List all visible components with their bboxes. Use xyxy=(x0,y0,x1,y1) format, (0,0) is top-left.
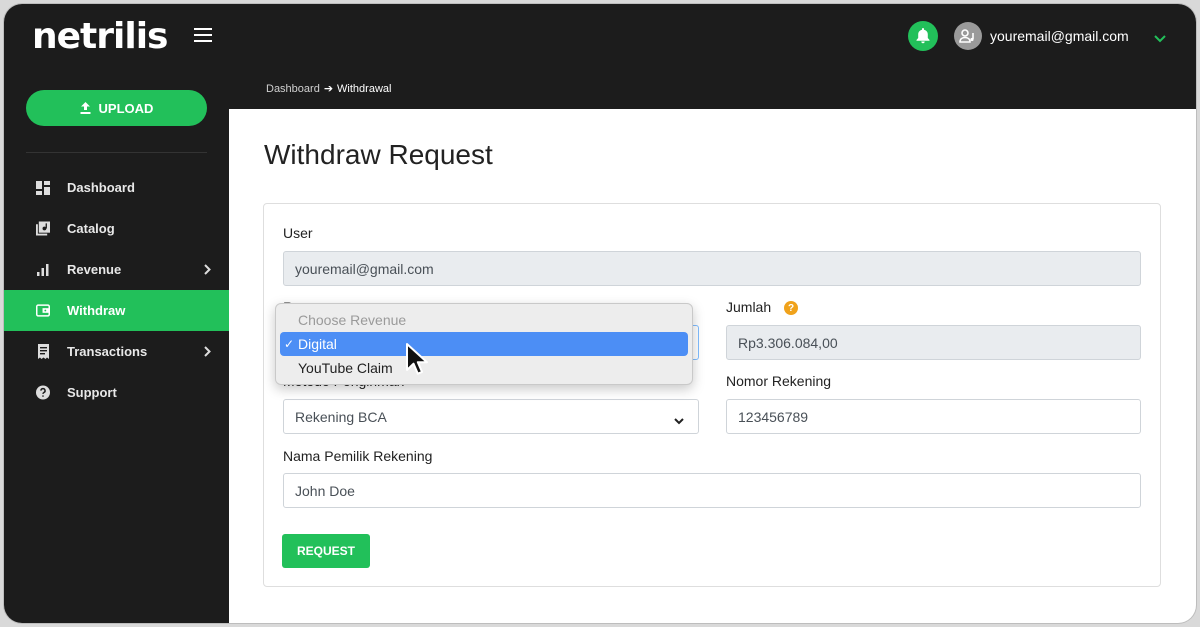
dropdown-option-label: YouTube Claim xyxy=(298,360,393,376)
nomor-rekening-value: 123456789 xyxy=(738,408,809,425)
upload-button[interactable]: UPLOAD xyxy=(26,90,207,126)
sidebar-item-transactions[interactable]: Transactions xyxy=(4,331,229,372)
jumlah-field-value: Rp3.306.084,00 xyxy=(738,334,838,351)
app-window: netrilis youremail@gmail.com UPLOAD Dash xyxy=(4,4,1196,623)
top-bar: netrilis youremail@gmail.com xyxy=(4,4,1196,68)
wallet-icon xyxy=(36,304,50,318)
sidebar-item-label: Support xyxy=(67,385,117,400)
sidebar-item-label: Transactions xyxy=(67,344,148,359)
upload-icon xyxy=(80,102,91,114)
question-icon[interactable]: ? xyxy=(784,301,798,315)
metode-select-value: Rekening BCA xyxy=(295,408,387,425)
check-icon: ✓ xyxy=(284,337,295,351)
chevron-down-icon[interactable] xyxy=(1154,30,1166,48)
breadcrumb-current: Withdrawal xyxy=(337,82,392,95)
chevron-down-icon xyxy=(674,412,684,428)
chevron-right-icon xyxy=(204,345,211,360)
bar-chart-icon xyxy=(36,263,50,277)
user-field: youremail@gmail.com xyxy=(283,251,1141,286)
mouse-pointer-icon xyxy=(405,342,431,383)
request-button[interactable]: REQUEST xyxy=(282,534,370,568)
dropdown-option-label: Choose Revenue xyxy=(298,312,407,328)
sidebar: UPLOAD Dashboard Catalog Revenue Withdra… xyxy=(4,68,229,623)
sidebar-item-dashboard[interactable]: Dashboard xyxy=(4,167,229,208)
user-email[interactable]: youremail@gmail.com xyxy=(990,28,1129,44)
nama-pemilik-value: John Doe xyxy=(295,482,355,499)
sidebar-item-catalog[interactable]: Catalog xyxy=(4,208,229,249)
jumlah-field: Rp3.306.084,00 xyxy=(726,325,1141,360)
nama-pemilik-label: Nama Pemilik Rekening xyxy=(283,448,433,464)
user-avatar-icon[interactable] xyxy=(954,22,982,50)
sidebar-nav: Dashboard Catalog Revenue Withdraw Trans… xyxy=(4,167,229,413)
dropdown-option-digital[interactable]: ✓ Digital xyxy=(280,332,688,356)
sidebar-item-label: Revenue xyxy=(67,262,122,277)
sidebar-divider xyxy=(26,152,207,153)
metode-select[interactable]: Rekening BCA xyxy=(283,399,699,434)
chevron-right-icon xyxy=(204,263,211,278)
help-icon xyxy=(36,385,50,400)
sidebar-item-withdraw[interactable]: Withdraw xyxy=(4,290,229,331)
nomor-rekening-field[interactable]: 123456789 xyxy=(726,399,1141,434)
upload-label: UPLOAD xyxy=(98,100,154,116)
nama-pemilik-field[interactable]: John Doe xyxy=(283,473,1141,508)
nomor-rekening-label: Nomor Rekening xyxy=(726,373,832,389)
jumlah-label: Jumlah xyxy=(726,299,772,315)
sidebar-item-support[interactable]: Support xyxy=(4,372,229,413)
dashboard-icon xyxy=(36,180,50,195)
user-label: User xyxy=(283,225,313,241)
bell-icon[interactable] xyxy=(908,21,938,51)
sidebar-item-label: Dashboard xyxy=(67,180,135,195)
logo[interactable]: netrilis xyxy=(32,16,168,57)
user-field-value: youremail@gmail.com xyxy=(295,260,434,277)
dropdown-option-placeholder: Choose Revenue xyxy=(280,308,688,332)
sidebar-item-label: Catalog xyxy=(67,221,115,236)
catalog-icon xyxy=(36,221,50,236)
receipt-icon xyxy=(36,344,50,359)
dropdown-option-label: Digital xyxy=(298,336,337,352)
dropdown-option-youtube-claim[interactable]: YouTube Claim xyxy=(280,356,688,380)
hamburger-menu-icon[interactable] xyxy=(194,28,212,42)
sidebar-item-revenue[interactable]: Revenue xyxy=(4,249,229,290)
page-title: Withdraw Request xyxy=(264,139,493,170)
revenue-dropdown-menu: Choose Revenue ✓ Digital YouTube Claim xyxy=(275,303,693,385)
sidebar-item-label: Withdraw xyxy=(67,303,126,318)
breadcrumb: Dashboard ➔ Withdrawal xyxy=(229,68,1196,109)
breadcrumb-parent[interactable]: Dashboard xyxy=(266,83,320,95)
breadcrumb-arrow-icon: ➔ xyxy=(323,83,334,95)
